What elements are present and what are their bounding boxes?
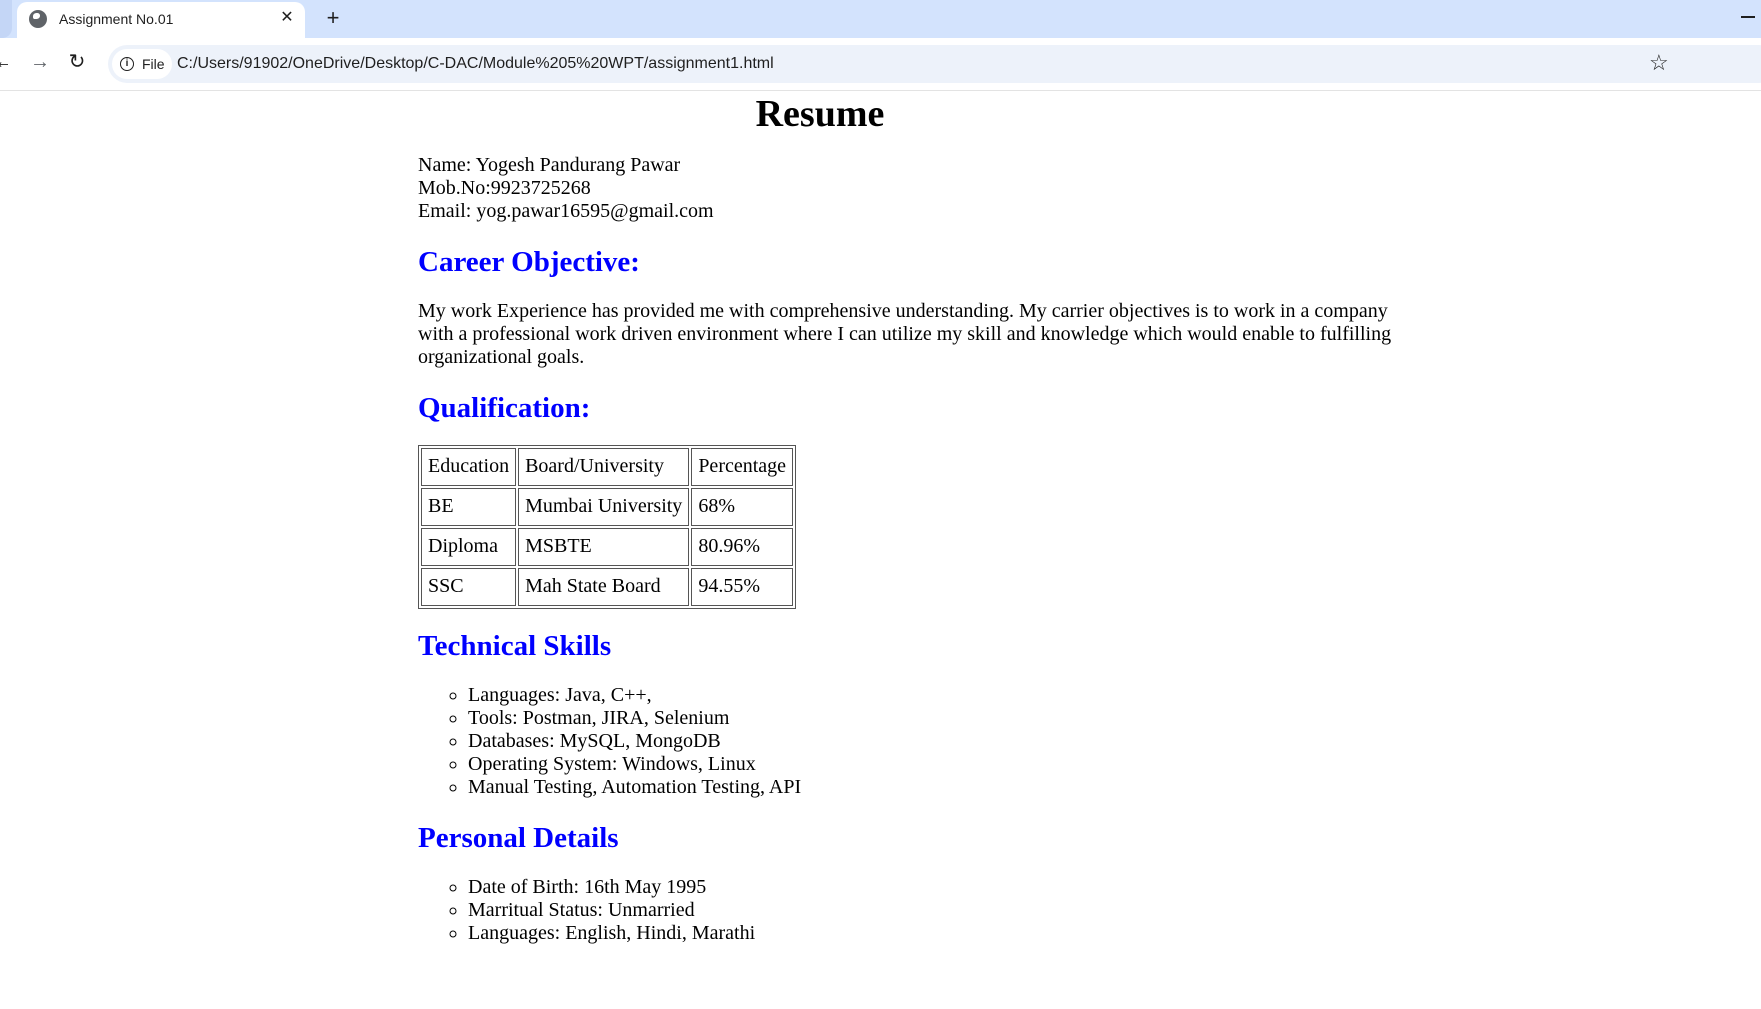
previous-tab-edge[interactable] — [0, 0, 12, 38]
table-cell: Diploma — [421, 528, 517, 566]
list-item: Languages: Java, C++, — [468, 684, 1398, 707]
back-arrow-icon[interactable]: ← — [0, 52, 8, 72]
tab-title: Assignment No.01 — [59, 11, 174, 27]
contact-block: Name: Yogesh Pandurang Pawar Mob.No:9923… — [418, 154, 1398, 223]
browser-toolbar: ← → ↻ i File C:/Users/91902/OneDrive/Des… — [0, 38, 1761, 91]
table-cell: Mah State Board — [518, 568, 690, 606]
qualification-heading: Qualification: — [418, 392, 591, 424]
table-cell: BE — [421, 488, 517, 526]
list-item: Marritual Status: Unmarried — [468, 899, 1398, 922]
table-row: Diploma MSBTE 80.96% — [421, 528, 794, 566]
resume-body: Name: Yogesh Pandurang Pawar Mob.No:9923… — [418, 154, 1398, 945]
forward-arrow-icon[interactable]: → — [30, 52, 50, 72]
list-item: Operating System: Windows, Linux — [468, 753, 1398, 776]
qualification-table: Education Board/University Percentage BE… — [418, 445, 797, 609]
technical-skills-heading: Technical Skills — [418, 630, 612, 662]
table-header-cell: Education — [421, 448, 517, 486]
page-content: Resume Name: Yogesh Pandurang Pawar Mob.… — [0, 91, 1761, 1009]
list-item: Databases: MySQL, MongoDB — [468, 730, 1398, 753]
table-cell: 94.55% — [691, 568, 794, 606]
list-item: Languages: English, Hindi, Marathi — [468, 922, 1398, 945]
address-bar[interactable]: i File C:/Users/91902/OneDrive/Desktop/C… — [108, 45, 1761, 83]
page-title: Resume — [755, 93, 885, 135]
info-icon: i — [120, 57, 134, 71]
site-chip-label: File — [142, 56, 165, 72]
tab-strip: Assignment No.01 ✕ + — [0, 0, 1761, 38]
url-text[interactable]: C:/Users/91902/OneDrive/Desktop/C-DAC/Mo… — [177, 55, 774, 73]
table-cell: SSC — [421, 568, 517, 606]
career-objective-text: My work Experience has provided me with … — [418, 300, 1392, 368]
minimize-window-button[interactable] — [1741, 16, 1755, 18]
list-item: Manual Testing, Automation Testing, API — [468, 776, 1398, 799]
technical-skills-list: Languages: Java, C++, Tools: Postman, JI… — [418, 684, 1398, 799]
contact-mobile: Mob.No:9923725268 — [418, 177, 591, 199]
table-cell: 80.96% — [691, 528, 794, 566]
table-header-cell: Percentage — [691, 448, 794, 486]
table-cell: Mumbai University — [518, 488, 690, 526]
table-cell: MSBTE — [518, 528, 690, 566]
table-row: SSC Mah State Board 94.55% — [421, 568, 794, 606]
career-objective-heading: Career Objective: — [418, 246, 640, 278]
site-info-chip[interactable]: i File — [112, 49, 172, 79]
close-tab-icon[interactable]: ✕ — [277, 8, 297, 28]
reload-icon[interactable]: ↻ — [66, 51, 88, 73]
table-cell: 68% — [691, 488, 794, 526]
personal-details-list: Date of Birth: 16th May 1995 Marritual S… — [418, 876, 1398, 945]
tab-active[interactable]: Assignment No.01 ✕ — [17, 2, 305, 38]
list-item: Tools: Postman, JIRA, Selenium — [468, 707, 1398, 730]
personal-details-heading: Personal Details — [418, 822, 619, 854]
table-header-cell: Board/University — [518, 448, 690, 486]
contact-email: Email: yog.pawar16595@gmail.com — [418, 200, 714, 222]
list-item: Date of Birth: 16th May 1995 — [468, 876, 1398, 899]
globe-favicon-icon — [29, 10, 47, 28]
new-tab-button[interactable]: + — [320, 5, 346, 31]
contact-name: Name: Yogesh Pandurang Pawar — [418, 154, 681, 176]
star-icon[interactable]: ☆ — [1649, 52, 1669, 74]
table-header-row: Education Board/University Percentage — [421, 448, 794, 486]
table-row: BE Mumbai University 68% — [421, 488, 794, 526]
